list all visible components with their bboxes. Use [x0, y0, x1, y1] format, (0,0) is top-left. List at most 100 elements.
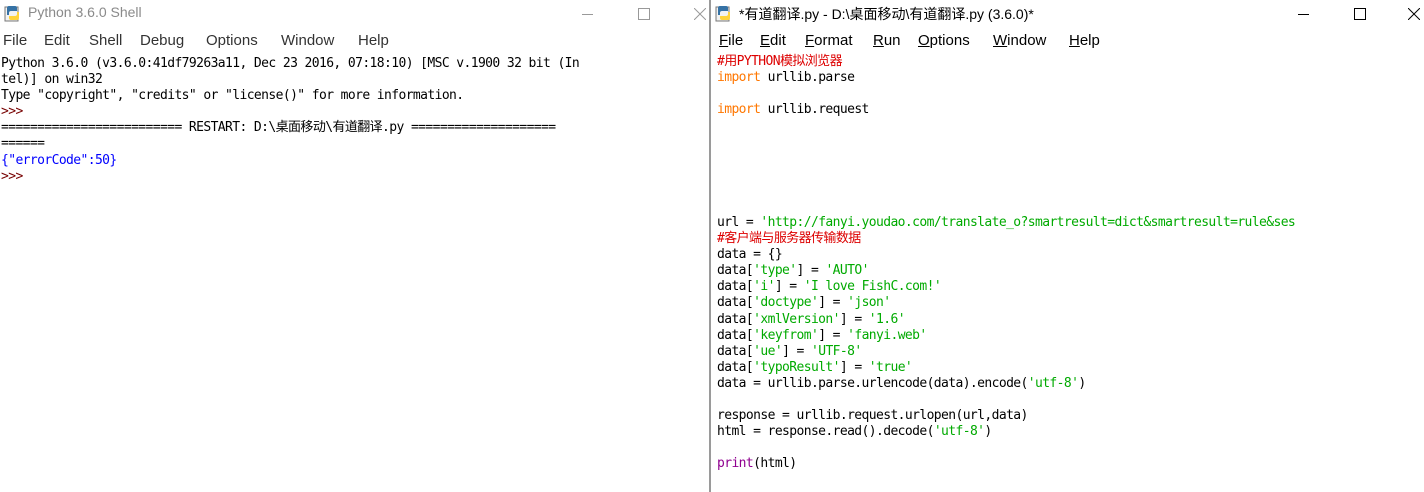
code-token: 'type': [753, 263, 797, 279]
code-token: data[: [717, 311, 754, 327]
shell-maximize-button[interactable]: [621, 0, 667, 28]
code-token: 'utf-8': [933, 424, 985, 440]
code-line: url = 'http://fanyi.youdao.com/translate…: [717, 214, 1296, 231]
shell-output-area[interactable]: Python 3.6.0 (v3.6.0:41df79263a11, Dec 2…: [1, 56, 580, 185]
editor-menu-format[interactable]: Format: [805, 32, 853, 49]
shell-minimize-button[interactable]: [565, 0, 611, 28]
shell-menu-window[interactable]: Window: [281, 32, 334, 49]
shell-close-button[interactable]: [677, 0, 709, 28]
shell-line: Type "copyright", "credits" or "license(…: [1, 88, 464, 104]
code-token: '1.6': [868, 311, 906, 327]
shell-line: Python 3.6.0 (v3.6.0:41df79263a11, Dec 2…: [1, 56, 580, 71]
editor-close-button[interactable]: [1391, 0, 1424, 28]
python-idle-icon: [4, 6, 19, 22]
shell-line: >>>: [1, 104, 30, 120]
code-token: data = urllib.parse.urlencode(data).enco…: [717, 375, 1028, 391]
minimize-icon: [582, 14, 593, 15]
code-line: data = urllib.parse.urlencode(data).enco…: [717, 376, 1295, 392]
shell-menu-bar: File Edit Shell Debug Options Window Hel…: [0, 28, 709, 52]
code-token: 'utf-8': [1027, 375, 1079, 391]
shell-line: >>>: [1, 168, 30, 184]
shell-menu-edit[interactable]: Edit: [44, 32, 70, 49]
python-idle-icon: [715, 6, 730, 22]
code-token: url =: [717, 214, 761, 230]
editor-title-bar[interactable]: *有道翻译.py - D:\桌面移动\有道翻译.py (3.6.0)*: [711, 0, 1424, 28]
editor-window: *有道翻译.py - D:\桌面移动\有道翻译.py (3.6.0)* File…: [711, 0, 1424, 492]
code-token: 'I love FishC.com!': [803, 279, 942, 295]
code-token: print: [717, 456, 754, 472]
editor-menu-run[interactable]: Run: [873, 32, 901, 49]
editor-maximize-button[interactable]: [1337, 0, 1383, 28]
close-icon: [694, 8, 706, 20]
code-line: import urllib.parse: [717, 70, 1295, 86]
code-token: data[: [717, 327, 754, 343]
code-line: data['xmlVersion'] = '1.6': [717, 312, 1295, 328]
editor-code-area[interactable]: #用PYTHON模拟浏览器 import urllib.parse import …: [717, 54, 1296, 472]
code-token: 'AUTO': [825, 263, 869, 279]
code-token: ] =: [839, 359, 869, 375]
editor-menu-edit[interactable]: Edit: [760, 32, 786, 49]
code-token: data[: [717, 263, 754, 279]
shell-menu-help[interactable]: Help: [358, 32, 389, 49]
code-line: data['typoResult'] = 'true': [717, 360, 1295, 376]
editor-minimize-button[interactable]: [1281, 0, 1327, 28]
maximize-icon: [638, 8, 650, 20]
code-line: import urllib.request: [717, 102, 1295, 118]
code-token: 'UTF-8': [810, 343, 862, 359]
code-token: #客户端与服务器传输数据: [717, 231, 861, 247]
code-token: ] =: [782, 343, 811, 359]
shell-menu-options[interactable]: Options: [206, 32, 258, 49]
code-line: response = urllib.request.urlopen(url,da…: [717, 408, 1295, 424]
code-token: data[: [717, 343, 754, 359]
code-token: 'typoResult': [753, 359, 840, 375]
editor-menu-bar: File Edit Format Run Options Window Help: [711, 28, 1424, 52]
editor-window-title: *有道翻译.py - D:\桌面移动\有道翻译.py (3.6.0)*: [739, 6, 1034, 22]
code-token: 'xmlVersion': [753, 311, 840, 327]
code-token: #用PYTHON模拟浏览器: [717, 54, 843, 69]
code-token: urllib.parse: [760, 70, 855, 86]
code-token: ] =: [818, 295, 848, 311]
shell-line: ======: [1, 136, 45, 152]
editor-menu-file[interactable]: File: [719, 32, 743, 49]
shell-line: tel)] on win32: [1, 72, 103, 88]
code-token: response = urllib.request.urlopen(url,da…: [717, 408, 1028, 424]
maximize-icon: [1354, 8, 1366, 20]
editor-menu-help[interactable]: Help: [1069, 32, 1100, 49]
code-token: 'json': [847, 295, 891, 311]
shell-line: {"errorCode":50}: [1, 152, 117, 168]
shell-menu-shell[interactable]: Shell: [89, 32, 122, 49]
code-token: data[: [717, 279, 754, 295]
code-token: data[: [717, 295, 754, 311]
code-token: ): [984, 424, 992, 440]
code-token: 'http://fanyi.youdao.com/translate_o?sma…: [760, 214, 1296, 230]
code-token: 'fanyi.web': [847, 327, 927, 343]
code-token: 'keyfrom': [753, 327, 819, 343]
editor-menu-options[interactable]: Options: [918, 32, 970, 49]
code-line: data = {}: [717, 247, 1295, 263]
shell-menu-debug[interactable]: Debug: [140, 32, 184, 49]
code-line: print(html): [717, 456, 1295, 472]
code-token: html = response.read().decode(: [717, 424, 934, 440]
code-token: import: [717, 70, 761, 86]
code-token: ): [1078, 375, 1086, 391]
shell-menu-file[interactable]: File: [3, 32, 27, 49]
code-line: data['ue'] = 'UTF-8': [717, 344, 1295, 360]
code-token: 'ue': [753, 343, 783, 359]
code-line: data['doctype'] = 'json': [717, 295, 1295, 311]
shell-title-bar[interactable]: Python 3.6.0 Shell: [0, 0, 709, 28]
editor-menu-window[interactable]: Window: [993, 32, 1046, 49]
code-token: 'i': [753, 279, 775, 295]
code-token: ] =: [839, 311, 869, 327]
code-line: data['type'] = 'AUTO': [717, 263, 1295, 279]
code-line: data['keyfrom'] = 'fanyi.web': [717, 328, 1295, 344]
code-token: 'doctype': [753, 295, 819, 311]
code-token: ] =: [774, 279, 804, 295]
code-token: import: [717, 102, 761, 118]
